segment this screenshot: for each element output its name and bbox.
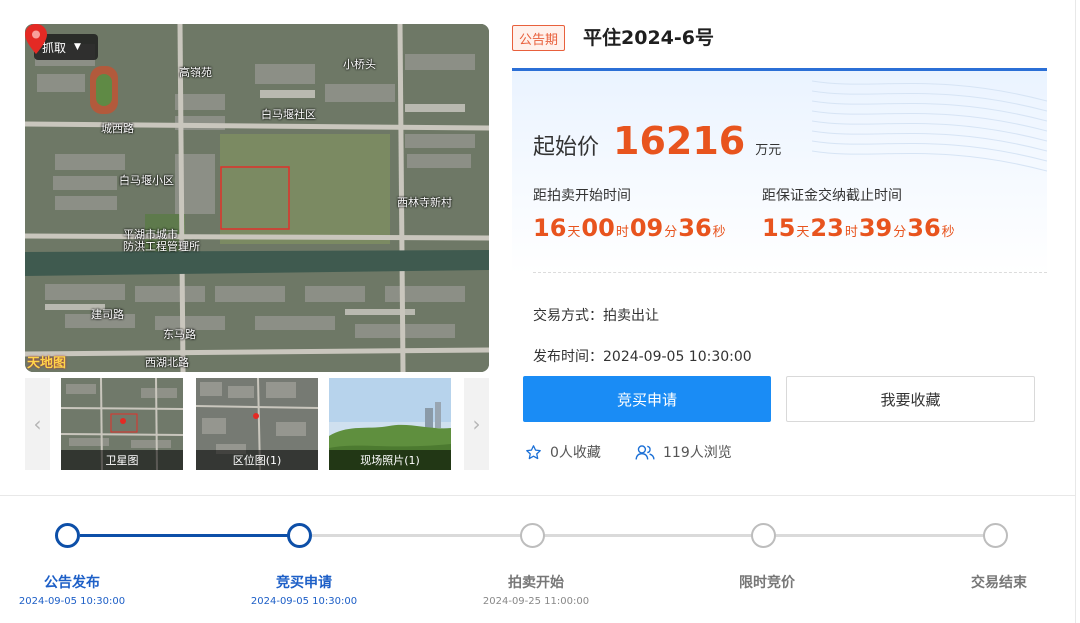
map-label: 白马堰小区 (119, 174, 174, 187)
favorites-count: 0人收藏 (550, 445, 601, 461)
unit-hour: 时 (615, 225, 629, 240)
map-label: 防洪工程管理所 (123, 240, 200, 253)
auction-countdown: 16 天 00 时 09 分 36 秒 (533, 214, 727, 242)
location-pin-icon[interactable] (25, 24, 47, 54)
step-node-timed-bidding (751, 523, 776, 548)
map-label: 城西路 (101, 122, 134, 135)
deposit-countdown: 15 天 23 时 39 分 36 秒 (762, 214, 956, 242)
dashed-divider (533, 272, 1047, 273)
unit-minute: 分 (664, 225, 678, 240)
countdown-seconds: 36 (907, 214, 941, 242)
users-icon (635, 444, 655, 460)
thumbnail-caption: 卫星图 (61, 450, 183, 470)
thumbnail-location[interactable]: 区位图(1) (196, 378, 318, 470)
countdown-days: 15 (762, 214, 796, 242)
deposit-countdown-label: 距保证金交纳截止时间 (762, 188, 902, 204)
step-date-auction-start: 2024-09-25 11:00:00 (482, 596, 590, 607)
countdown-hours: 23 (810, 214, 844, 242)
step-node-apply (287, 523, 312, 548)
satellite-map[interactable]: 抓取 ▼ 小桥头 高嶺苑 白马堰社区 城西路 白马堰小区 西林寺新村 平湖市城市… (25, 24, 489, 372)
caret-down-icon: ▼ (74, 42, 81, 52)
thumbnail-caption: 现场照片(1) (329, 450, 451, 470)
price-value: 16216 (613, 119, 746, 163)
thumbnail-satellite[interactable]: 卫星图 (61, 378, 183, 470)
step-node-auction-start (520, 523, 545, 548)
progress-track-pending (312, 534, 994, 537)
step-label-apply: 竞买申请 (276, 575, 332, 591)
image-thumbnail-strip: ‹ 卫星图 区位图(1) 现场照片(1) › (25, 378, 489, 470)
auction-countdown-label: 距拍卖开始时间 (533, 188, 631, 204)
unit-hour: 时 (844, 225, 858, 240)
chevron-left-icon[interactable]: ‹ (25, 378, 50, 470)
step-node-announce (55, 523, 80, 548)
step-node-trade-end (983, 523, 1008, 548)
trade-mode: 交易方式：拍卖出让 (533, 308, 659, 324)
unit-second: 秒 (712, 225, 726, 240)
add-favorite-button[interactable]: 我要收藏 (786, 376, 1035, 422)
map-label: 建司路 (91, 308, 124, 321)
price-unit: 万元 (755, 143, 782, 158)
views-count: 119人浏览 (663, 445, 732, 461)
decorative-wave-pattern (812, 80, 1047, 172)
step-label-timed-bidding: 限时竞价 (739, 575, 795, 591)
unit-second: 秒 (941, 225, 955, 240)
step-label-announce: 公告发布 (44, 575, 100, 591)
unit-day: 天 (567, 225, 581, 240)
page-edge-divider (1075, 0, 1076, 623)
section-divider (0, 495, 1075, 496)
map-provider-logo: 天地图 (27, 356, 67, 371)
step-date-apply: 2024-09-05 10:30:00 (250, 596, 358, 607)
unit-day: 天 (796, 225, 810, 240)
views-stat: 119人浏览 (635, 442, 732, 462)
step-label-trade-end: 交易结束 (971, 575, 1027, 591)
price-countdown-card: 起始价 16216 万元 距拍卖开始时间 距保证金交纳截止时间 16 天 00 时 … (512, 68, 1047, 274)
countdown-minutes: 39 (858, 214, 893, 242)
map-label: 白马堰社区 (261, 108, 316, 121)
step-label-auction-start: 拍卖开始 (508, 575, 564, 591)
countdown-seconds: 36 (678, 214, 712, 242)
starting-price: 起始价 16216 万元 (533, 121, 781, 161)
countdown-days: 16 (533, 214, 567, 242)
map-label: 西林寺新村 (397, 196, 452, 209)
countdown-hours: 00 (581, 214, 615, 242)
unit-minute: 分 (893, 225, 907, 240)
favorites-stat: 0人收藏 (525, 442, 601, 462)
price-label: 起始价 (533, 135, 600, 160)
chevron-right-icon[interactable]: › (464, 378, 489, 470)
step-date-announce: 2024-09-05 10:30:00 (18, 596, 126, 607)
bid-apply-button[interactable]: 竞买申请 (523, 376, 771, 422)
map-label: 西湖北路 (145, 356, 189, 369)
map-label: 小桥头 (343, 58, 376, 71)
map-label: 东马路 (163, 328, 196, 341)
map-label: 高嶺苑 (179, 66, 212, 79)
status-badge: 公告期 (512, 25, 566, 51)
countdown-minutes: 09 (629, 214, 664, 242)
publish-time: 发布时间：2024-09-05 10:30:00 (533, 349, 752, 365)
star-icon (526, 444, 541, 459)
progress-track-done (80, 534, 300, 537)
page-title: 平住2024-6号 (583, 27, 714, 49)
land-auction-detail-page: 抓取 ▼ 小桥头 高嶺苑 白马堰社区 城西路 白马堰小区 西林寺新村 平湖市城市… (0, 0, 1080, 623)
thumbnail-caption: 区位图(1) (196, 450, 318, 470)
thumbnail-site-photo[interactable]: 现场照片(1) (329, 378, 451, 470)
